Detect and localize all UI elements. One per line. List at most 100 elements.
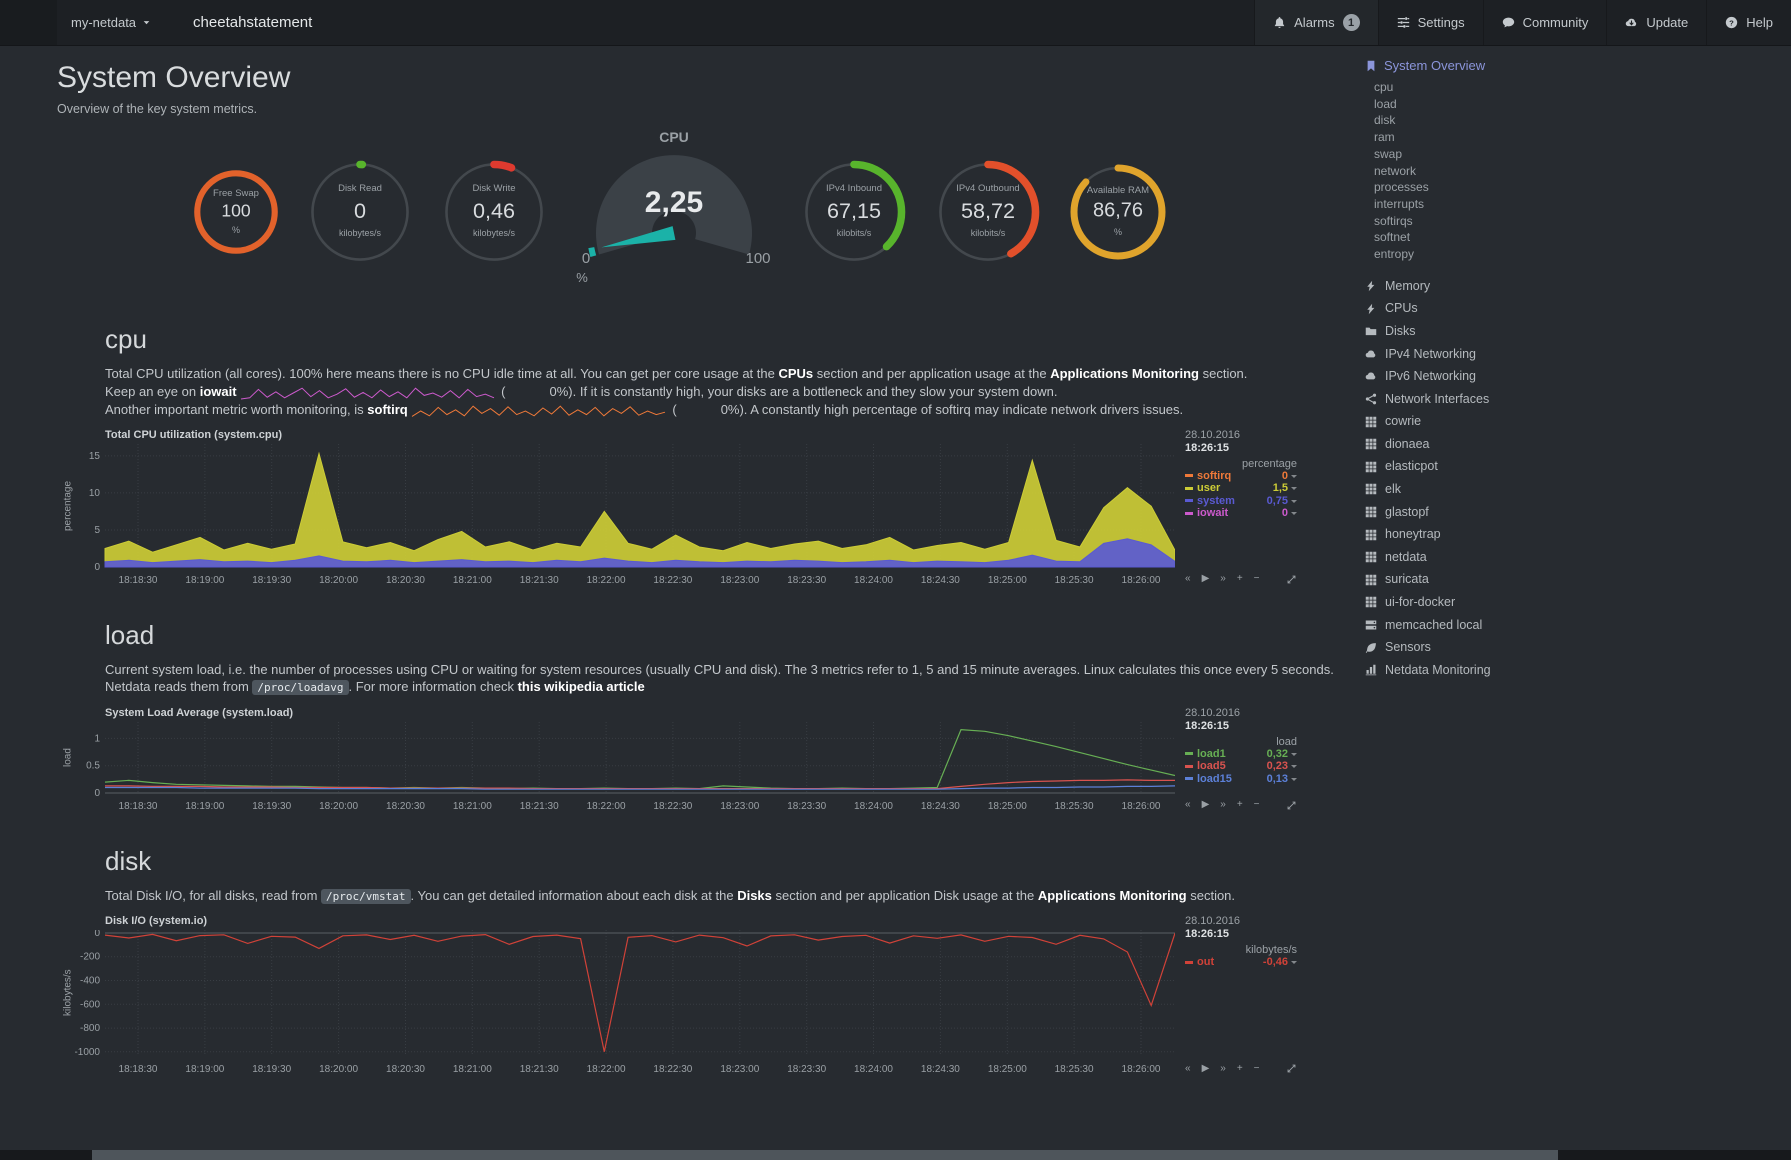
sidebar-subitem-load[interactable]: load xyxy=(1374,96,1585,113)
sidebar-item-netdata[interactable]: netdata xyxy=(1365,546,1585,569)
sidebar-subitem-swap[interactable]: swap xyxy=(1374,146,1585,163)
backward-icon[interactable]: « xyxy=(1185,800,1191,810)
nav-button-help[interactable]: ?Help xyxy=(1706,0,1791,45)
description-line: Current system load, i.e. the number of … xyxy=(105,661,1303,679)
sidebar-item-label: ui-for-docker xyxy=(1385,591,1455,614)
chart-disk[interactable]: Disk I/O (system.io)kilobytes/s0-200-400… xyxy=(105,915,1305,1083)
legend-dimension-name: iowait xyxy=(1197,507,1282,519)
my-netdata-menu[interactable]: my-netdata xyxy=(57,0,165,45)
resize-icon[interactable] xyxy=(1286,1063,1297,1074)
sidebar-item-system-overview[interactable]: System Overview xyxy=(1365,58,1585,73)
gauge-available-ram[interactable]: Available RAM86,76% xyxy=(1068,162,1168,262)
gauge-ipv4-outbound[interactable]: IPv4 Outbound58,72kilobits/s xyxy=(934,158,1042,266)
chart-cpu[interactable]: Total CPU utilization (system.cpu)percen… xyxy=(105,429,1305,594)
sidebar-subitem-disk[interactable]: disk xyxy=(1374,112,1585,129)
sidebar-item-memcached-local[interactable]: memcached local xyxy=(1365,614,1585,637)
backward-icon[interactable]: « xyxy=(1185,1064,1191,1074)
gauge-value: 86,76 xyxy=(1068,200,1168,223)
forward-icon[interactable]: » xyxy=(1220,1064,1226,1074)
sidebar-subitem-softnet[interactable]: softnet xyxy=(1374,229,1585,246)
svg-text:18:20:00: 18:20:00 xyxy=(319,1064,358,1075)
minus-icon[interactable]: − xyxy=(1254,574,1260,584)
bold-term-link[interactable]: CPUs xyxy=(778,366,813,381)
hostname[interactable]: cheetahstatement xyxy=(179,0,326,45)
bold-term-link[interactable]: iowait xyxy=(200,384,237,399)
bold-term-link[interactable]: Applications Monitoring xyxy=(1038,888,1187,903)
nav-button-settings[interactable]: Settings xyxy=(1378,0,1483,45)
plus-icon[interactable]: + xyxy=(1237,800,1243,810)
sidebar-item-sensors[interactable]: Sensors xyxy=(1365,636,1585,659)
sidebar-item-cpus[interactable]: CPUs xyxy=(1365,297,1585,320)
sidebar-subitem-softirqs[interactable]: softirqs xyxy=(1374,213,1585,230)
sidebar-subitem-ram[interactable]: ram xyxy=(1374,129,1585,146)
gauge-disk-write[interactable]: Disk Write0,46kilobytes/s xyxy=(440,158,548,266)
play-icon[interactable]: ▶ xyxy=(1202,800,1210,810)
svg-text:-1000: -1000 xyxy=(75,1047,100,1058)
legend-dimension-user[interactable]: user1,5 xyxy=(1185,482,1297,495)
backward-icon[interactable]: « xyxy=(1185,574,1191,584)
legend-dimension-name: user xyxy=(1197,482,1273,494)
gauge-disk-read[interactable]: Disk Read0kilobytes/s xyxy=(306,158,414,266)
gauge-cpu[interactable]: CPU2,250100% xyxy=(574,130,774,294)
play-icon[interactable]: ▶ xyxy=(1202,1064,1210,1074)
plus-icon[interactable]: + xyxy=(1237,1064,1243,1074)
legend-dimension-softirq[interactable]: softirq0 xyxy=(1185,470,1297,483)
sidebar-subitem-network[interactable]: network xyxy=(1374,163,1585,180)
sparkline-softirq[interactable] xyxy=(411,402,666,419)
chart-load[interactable]: System Load Average (system.load)load00.… xyxy=(105,707,1305,820)
bold-term-link[interactable]: Disks xyxy=(737,888,772,903)
sidebar-subitem-cpu[interactable]: cpu xyxy=(1374,79,1585,96)
sparkline-iowait[interactable] xyxy=(240,384,495,401)
legend-dimension-load1[interactable]: load10,32 xyxy=(1185,748,1297,761)
nav-button-alarms[interactable]: Alarms1 xyxy=(1254,0,1377,45)
sidebar-item-ipv4-networking[interactable]: IPv4 Networking xyxy=(1365,343,1585,366)
minus-icon[interactable]: − xyxy=(1254,800,1260,810)
gauge-ipv4-inbound[interactable]: IPv4 Inbound67,15kilobits/s xyxy=(800,158,908,266)
nav-button-update[interactable]: Update xyxy=(1606,0,1706,45)
sidebar-item-suricata[interactable]: suricata xyxy=(1365,568,1585,591)
sidebar-item-honeytrap[interactable]: honeytrap xyxy=(1365,523,1585,546)
sidebar-subitems: cpuloaddiskramswapnetworkprocessesinterr… xyxy=(1374,79,1585,263)
svg-text:1: 1 xyxy=(94,733,100,744)
sidebar-item-glastopf[interactable]: glastopf xyxy=(1365,501,1585,524)
bold-term-link[interactable]: softirq xyxy=(367,402,407,417)
svg-text:18:21:30: 18:21:30 xyxy=(520,1064,559,1075)
legend-dimension-load5[interactable]: load50,23 xyxy=(1185,760,1297,773)
sidebar-item-elasticpot[interactable]: elasticpot xyxy=(1365,455,1585,478)
sidebar-item-cowrie[interactable]: cowrie xyxy=(1365,410,1585,433)
bold-term-link[interactable]: Applications Monitoring xyxy=(1050,366,1199,381)
nav-button-community[interactable]: Community xyxy=(1483,0,1607,45)
sidebar-item-dionaea[interactable]: dionaea xyxy=(1365,433,1585,456)
forward-icon[interactable]: » xyxy=(1220,574,1226,584)
sidebar-item-ipv6-networking[interactable]: IPv6 Networking xyxy=(1365,365,1585,388)
gauge-free-swap[interactable]: Free Swap100% xyxy=(192,168,280,256)
legend-dimension-iowait[interactable]: iowait0 xyxy=(1185,507,1297,520)
svg-text:18:26:00: 18:26:00 xyxy=(1122,1064,1161,1075)
minus-icon[interactable]: − xyxy=(1254,1064,1260,1074)
sidebar-item-memory[interactable]: Memory xyxy=(1365,275,1585,298)
sidebar-item-label: dionaea xyxy=(1385,433,1430,456)
chevron-down-icon xyxy=(1291,765,1297,771)
chart-icon xyxy=(1365,664,1377,676)
sidebar-item-netdata-monitoring[interactable]: Netdata Monitoring xyxy=(1365,659,1585,682)
sidebar-item-network-interfaces[interactable]: Network Interfaces xyxy=(1365,388,1585,411)
sidebar-subitem-processes[interactable]: processes xyxy=(1374,179,1585,196)
resize-icon[interactable] xyxy=(1286,800,1297,811)
legend-dimension-system[interactable]: system0,75 xyxy=(1185,495,1297,508)
play-icon[interactable]: ▶ xyxy=(1202,574,1210,584)
forward-icon[interactable]: » xyxy=(1220,800,1226,810)
nav-button-label: Update xyxy=(1646,15,1688,30)
sidebar-item-ui-for-docker[interactable]: ui-for-docker xyxy=(1365,591,1585,614)
text-link[interactable]: this wikipedia article xyxy=(518,679,645,694)
sidebar-subitem-interrupts[interactable]: interrupts xyxy=(1374,196,1585,213)
resize-icon[interactable] xyxy=(1286,574,1297,585)
sidebar-item-elk[interactable]: elk xyxy=(1365,478,1585,501)
sidebar-item-label: Disks xyxy=(1385,320,1416,343)
svg-text:18:23:00: 18:23:00 xyxy=(720,575,759,586)
sidebar-item-disks[interactable]: Disks xyxy=(1365,320,1585,343)
plus-icon[interactable]: + xyxy=(1237,574,1243,584)
horizontal-scrollbar-thumb[interactable] xyxy=(92,1150,1558,1160)
legend-dimension-load15[interactable]: load150,13 xyxy=(1185,773,1297,786)
sidebar-subitem-entropy[interactable]: entropy xyxy=(1374,246,1585,263)
legend-dimension-out[interactable]: out-0,46 xyxy=(1185,956,1297,969)
